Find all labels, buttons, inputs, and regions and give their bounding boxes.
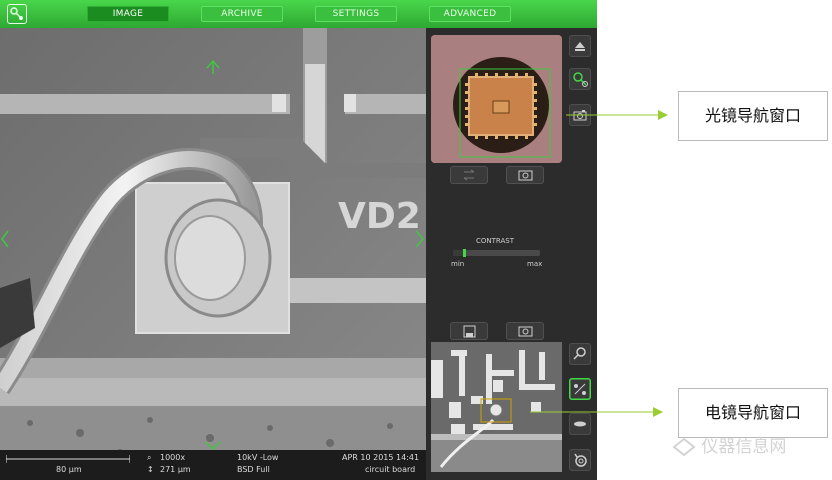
sem-nav-callout: 电镜导航窗口	[678, 388, 828, 438]
watermark-logo-icon	[672, 437, 696, 457]
watermark-text: 仪器信息网	[701, 437, 787, 457]
watermark: 仪器信息网	[672, 432, 827, 458]
optical-nav-callout: 光镜导航窗口	[678, 91, 828, 141]
